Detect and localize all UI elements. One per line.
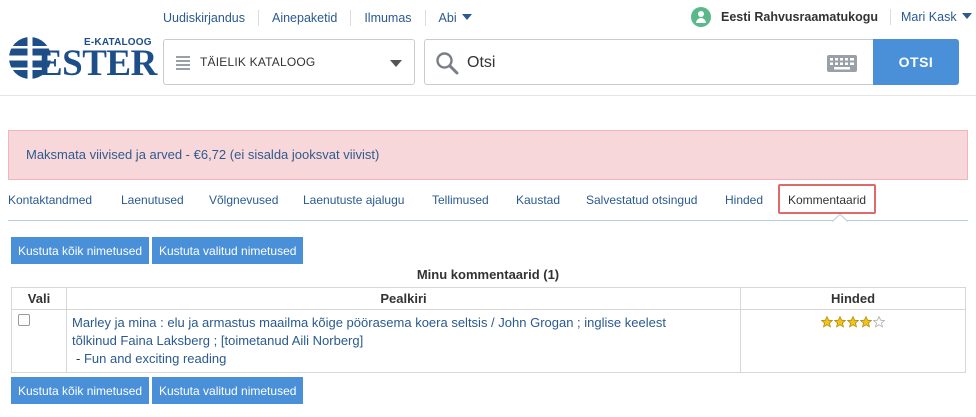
- tab-salvestatud-otsingud[interactable]: Salvestatud otsingud: [586, 184, 697, 214]
- nav-uudiskirjandus[interactable]: Uudiskirjandus: [163, 10, 258, 26]
- search-icon: [436, 52, 459, 75]
- column-header-select: Vali: [11, 287, 67, 310]
- tab-laenutused[interactable]: Laenutused: [121, 184, 184, 214]
- user-name: Mari Kask: [901, 10, 957, 24]
- library-name: Eesti Rahvusraamatukogu: [721, 9, 891, 25]
- search-button[interactable]: OTSI: [873, 39, 959, 85]
- active-tab-indicator: [832, 214, 848, 222]
- column-header-grade: Hinded: [740, 287, 966, 310]
- top-navigation: Uudiskirjandus Ainepaketid Ilmumas Abi: [163, 10, 485, 26]
- catalog-select[interactable]: TÄIELIK KATALOOG: [163, 39, 415, 85]
- comments-table-title: Minu kommentaarid (1): [416, 267, 560, 282]
- fines-alert: Maksmata viivised ja arved - €6,72 (ei s…: [8, 130, 968, 180]
- tab-tellimused[interactable]: Tellimused: [432, 184, 489, 214]
- search-input[interactable]: [467, 52, 807, 74]
- site-header: Uudiskirjandus Ainepaketid Ilmumas Abi E…: [0, 0, 976, 96]
- nav-abi[interactable]: Abi: [424, 10, 485, 26]
- star-rating: [821, 316, 885, 328]
- table-header-row: Vali Pealkiri Hinded: [11, 287, 966, 310]
- nav-ilmumas[interactable]: Ilmumas: [350, 10, 424, 26]
- column-header-title: Pealkiri: [66, 287, 741, 310]
- keyboard-icon[interactable]: [827, 55, 857, 72]
- record-title-link[interactable]: Marley ja mina : elu ja armastus maailma…: [72, 314, 740, 350]
- row-checkbox[interactable]: [18, 314, 30, 326]
- tab-kommentaarid[interactable]: Kommentaarid: [778, 184, 877, 214]
- comment-prefix: -: [76, 351, 84, 366]
- table-row: Marley ja mina : elu ja armastus maailma…: [11, 309, 966, 373]
- user-icon: [691, 7, 711, 27]
- delete-selected-button-top[interactable]: Kustuta valitud nimetused: [152, 237, 304, 264]
- user-area: Eesti Rahvusraamatukogu Mari Kask: [691, 6, 972, 28]
- star-filled-icon: [860, 316, 872, 328]
- tab-laenutuste-ajalugu[interactable]: Laenutuste ajalugu: [303, 184, 404, 214]
- catalog-select-value: TÄIELIK KATALOOG: [200, 55, 316, 69]
- account-tabs: Kontaktandmed Laenutused Võlgnevused Lae…: [8, 184, 968, 222]
- user-menu[interactable]: Mari Kask: [901, 10, 972, 24]
- chevron-down-icon: [461, 14, 472, 20]
- delete-all-button-bottom[interactable]: Kustuta kõik nimetused: [11, 377, 150, 404]
- delete-all-button-top[interactable]: Kustuta kõik nimetused: [11, 237, 150, 264]
- tab-volgnevused[interactable]: Võlgnevused: [209, 184, 278, 214]
- tab-hinded[interactable]: Hinded: [725, 184, 763, 214]
- nav-abi-label: Abi: [438, 11, 457, 25]
- comment: - Fun and exciting reading: [72, 350, 740, 368]
- select-cell: [11, 309, 67, 373]
- tab-kontaktandmed[interactable]: Kontaktandmed: [8, 184, 92, 214]
- grade-cell: [740, 309, 966, 373]
- comment-text[interactable]: Fun and exciting reading: [84, 351, 226, 366]
- title-cell: Marley ja mina : elu ja armastus maailma…: [66, 309, 741, 373]
- dropdown-arrow-icon: [390, 60, 402, 67]
- star-filled-icon: [821, 316, 833, 328]
- star-filled-icon: [847, 316, 859, 328]
- record-title-line-2: tõlkinud Faina Laksberg ; [toimetanud Ai…: [72, 333, 364, 348]
- comments-table: Vali Pealkiri Hinded Marley ja mina : el…: [11, 287, 966, 373]
- nav-ainepaketid[interactable]: Ainepaketid: [257, 10, 350, 26]
- ester-logo[interactable]: E-KATALOOG ESTER: [8, 36, 157, 86]
- list-icon: [176, 56, 190, 70]
- chevron-down-icon: [961, 13, 972, 19]
- star-empty-icon: [873, 316, 885, 328]
- star-filled-icon: [834, 316, 846, 328]
- delete-selected-button-bottom[interactable]: Kustuta valitud nimetused: [152, 377, 304, 404]
- tab-kaustad[interactable]: Kaustad: [516, 184, 560, 214]
- logo-name: ESTER: [38, 43, 157, 84]
- search-box: [424, 39, 873, 85]
- record-title-line-1: Marley ja mina : elu ja armastus maailma…: [72, 315, 666, 330]
